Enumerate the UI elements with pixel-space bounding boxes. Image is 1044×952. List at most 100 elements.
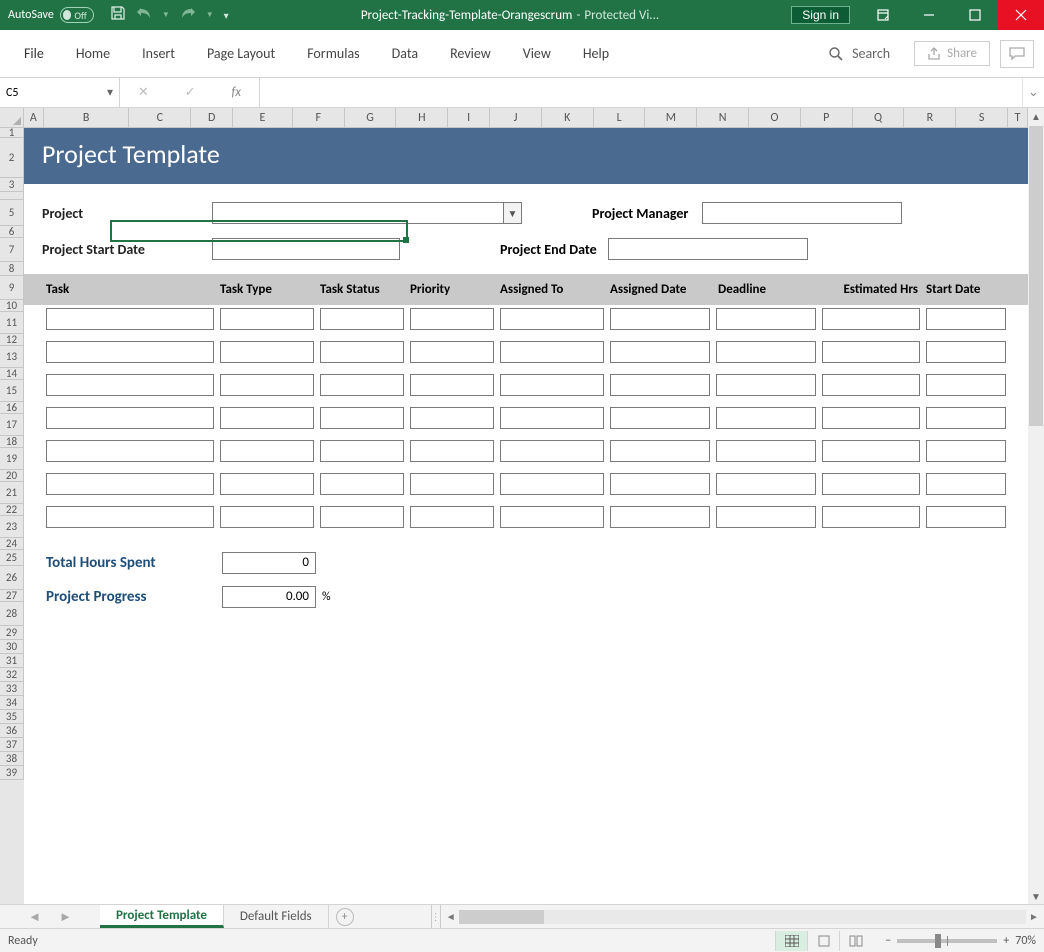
row-header[interactable] <box>0 192 24 200</box>
tab-scroll-split[interactable]: ⋮ <box>431 905 441 928</box>
row-header[interactable]: 24 <box>0 538 24 550</box>
table-cell[interactable] <box>320 407 404 429</box>
table-cell[interactable] <box>410 473 494 495</box>
row-header[interactable]: 25 <box>0 550 24 566</box>
row-header[interactable]: 28 <box>0 602 24 626</box>
cancel-formula-icon[interactable]: ✕ <box>138 85 149 100</box>
table-cell[interactable] <box>500 473 604 495</box>
table-cell[interactable] <box>500 374 604 396</box>
table-cell[interactable] <box>822 374 920 396</box>
column-header[interactable]: S <box>956 108 1008 128</box>
column-header[interactable]: O <box>749 108 801 128</box>
row-header[interactable]: 39 <box>0 766 24 780</box>
row-header[interactable]: 7 <box>0 238 24 262</box>
table-cell[interactable] <box>716 308 816 330</box>
project-manager-field[interactable] <box>702 202 902 224</box>
table-cell[interactable] <box>926 506 1006 528</box>
row-header[interactable]: 18 <box>0 436 24 448</box>
hscroll-thumb[interactable] <box>459 910 544 924</box>
row-header[interactable]: 27 <box>0 590 24 602</box>
autosave-toggle[interactable]: AutoSave Off <box>8 7 94 23</box>
table-cell[interactable] <box>500 341 604 363</box>
table-cell[interactable] <box>610 440 710 462</box>
column-header[interactable]: T <box>1008 108 1028 128</box>
row-header[interactable]: 13 <box>0 346 24 368</box>
sheet-nav-next-icon[interactable]: ► <box>59 909 72 925</box>
project-field[interactable]: ▼ <box>212 202 522 224</box>
enter-formula-icon[interactable]: ✓ <box>185 85 196 100</box>
table-cell[interactable] <box>822 308 920 330</box>
minimize-button[interactable] <box>906 0 952 30</box>
table-cell[interactable] <box>320 308 404 330</box>
table-cell[interactable] <box>926 374 1006 396</box>
table-cell[interactable] <box>220 341 314 363</box>
table-cell[interactable] <box>46 308 214 330</box>
table-cell[interactable] <box>610 308 710 330</box>
table-cell[interactable] <box>220 473 314 495</box>
column-header[interactable]: G <box>345 108 397 128</box>
table-cell[interactable] <box>220 374 314 396</box>
table-cell[interactable] <box>716 473 816 495</box>
table-cell[interactable] <box>410 308 494 330</box>
ribbon-display-options-icon[interactable] <box>860 0 906 30</box>
row-header[interactable]: 3 <box>0 178 24 192</box>
row-header[interactable]: 2 <box>0 138 24 178</box>
row-header[interactable]: 23 <box>0 516 24 538</box>
column-header[interactable]: R <box>904 108 956 128</box>
table-cell[interactable] <box>926 440 1006 462</box>
row-header[interactable]: 8 <box>0 262 24 276</box>
table-cell[interactable] <box>220 407 314 429</box>
row-header[interactable]: 29 <box>0 626 24 640</box>
table-cell[interactable] <box>926 473 1006 495</box>
zoom-out-button[interactable]: − <box>885 934 891 948</box>
column-header[interactable]: J <box>490 108 542 128</box>
hscroll-left-icon[interactable]: ◄ <box>443 910 459 923</box>
table-cell[interactable] <box>500 506 604 528</box>
project-end-date-field[interactable] <box>608 238 808 260</box>
table-cell[interactable] <box>500 440 604 462</box>
row-header[interactable]: 15 <box>0 380 24 402</box>
table-cell[interactable] <box>610 341 710 363</box>
table-cell[interactable] <box>46 407 214 429</box>
table-cell[interactable] <box>926 341 1006 363</box>
table-cell[interactable] <box>220 308 314 330</box>
value-total-hours[interactable]: 0 <box>222 552 316 574</box>
column-header[interactable]: A <box>24 108 44 128</box>
table-cell[interactable] <box>46 506 214 528</box>
row-header[interactable]: 22 <box>0 504 24 516</box>
table-cell[interactable] <box>46 473 214 495</box>
column-header[interactable]: I <box>448 108 490 128</box>
normal-view-button[interactable] <box>775 931 807 951</box>
project-start-date-field[interactable] <box>212 238 400 260</box>
share-button[interactable]: Share <box>914 41 990 66</box>
table-cell[interactable] <box>410 506 494 528</box>
sheet-nav-prev-icon[interactable]: ◄ <box>28 909 41 925</box>
row-header[interactable]: 30 <box>0 640 24 654</box>
tab-data[interactable]: Data <box>378 37 432 70</box>
table-cell[interactable] <box>822 440 920 462</box>
row-header[interactable]: 36 <box>0 724 24 738</box>
fx-icon[interactable]: fx <box>231 85 241 100</box>
sheet-canvas[interactable]: Project Template Project ▼ Project Manag… <box>24 128 1028 904</box>
column-header[interactable]: E <box>233 108 293 128</box>
tell-me-search[interactable]: Search <box>828 45 890 62</box>
table-cell[interactable] <box>610 506 710 528</box>
column-header[interactable]: Q <box>853 108 905 128</box>
tab-file[interactable]: File <box>10 37 58 70</box>
column-header[interactable]: K <box>542 108 594 128</box>
column-header[interactable]: B <box>44 108 130 128</box>
row-header[interactable]: 1 <box>0 128 24 138</box>
table-cell[interactable] <box>822 407 920 429</box>
undo-dropdown-icon[interactable]: ▼ <box>162 10 170 20</box>
close-button[interactable] <box>998 0 1044 30</box>
expand-formula-bar-icon[interactable]: ⌄ <box>1022 78 1044 107</box>
row-header[interactable]: 26 <box>0 566 24 590</box>
row-header[interactable]: 32 <box>0 668 24 682</box>
value-project-progress[interactable]: 0.00 <box>222 586 316 608</box>
row-header[interactable]: 14 <box>0 368 24 380</box>
scroll-up-icon[interactable]: ▲ <box>1028 108 1044 124</box>
table-cell[interactable] <box>716 374 816 396</box>
table-cell[interactable] <box>610 374 710 396</box>
table-cell[interactable] <box>46 374 214 396</box>
formula-input[interactable] <box>260 78 1022 107</box>
